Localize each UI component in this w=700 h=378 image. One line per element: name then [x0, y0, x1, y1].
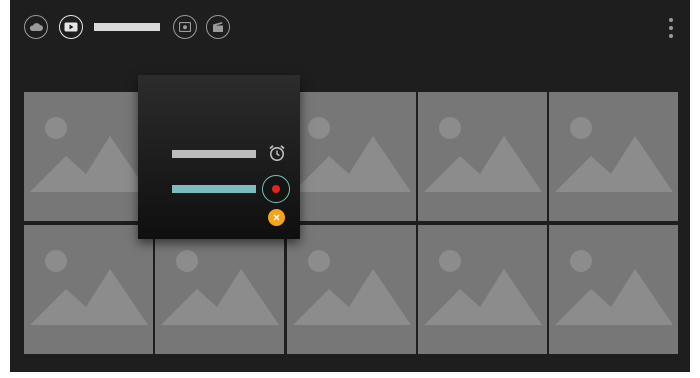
top-bar [10, 0, 690, 60]
close-icon [273, 214, 280, 221]
record-menu-item[interactable] [172, 185, 256, 193]
media-tile[interactable] [549, 225, 678, 354]
image-placeholder-icon [555, 250, 673, 325]
image-placeholder-icon [161, 250, 279, 325]
media-tile[interactable] [418, 225, 547, 354]
app-screen [10, 0, 690, 372]
play-video-icon [64, 22, 78, 32]
play-video-button[interactable] [59, 15, 83, 39]
image-placeholder-icon [30, 117, 148, 192]
photo-icon [179, 22, 191, 32]
image-placeholder-icon [30, 250, 148, 325]
title-placeholder-bar [94, 23, 160, 31]
photo-button[interactable] [173, 15, 197, 39]
clapperboard-icon [213, 22, 223, 32]
image-placeholder-icon [424, 117, 542, 192]
cloud-button[interactable] [24, 15, 48, 39]
image-placeholder-icon [555, 117, 673, 192]
image-placeholder-icon [293, 117, 411, 192]
media-tile[interactable] [549, 92, 678, 221]
image-placeholder-icon [424, 250, 542, 325]
close-button[interactable] [268, 209, 285, 226]
record-button[interactable] [262, 175, 290, 203]
cloud-icon [29, 23, 43, 31]
alarm-menu-item[interactable] [172, 150, 256, 158]
record-icon [272, 185, 280, 193]
clapperboard-button[interactable] [206, 15, 230, 39]
media-tile[interactable] [155, 225, 284, 354]
alarm-clock-icon[interactable] [267, 143, 287, 163]
media-tile[interactable] [287, 92, 416, 221]
more-vertical-icon[interactable] [665, 16, 677, 40]
media-tile[interactable] [24, 225, 153, 354]
media-grid [24, 92, 686, 354]
image-placeholder-icon [293, 250, 411, 325]
media-tile[interactable] [418, 92, 547, 221]
media-tile[interactable] [24, 92, 153, 221]
options-popup [138, 75, 300, 239]
media-tile[interactable] [287, 225, 416, 354]
